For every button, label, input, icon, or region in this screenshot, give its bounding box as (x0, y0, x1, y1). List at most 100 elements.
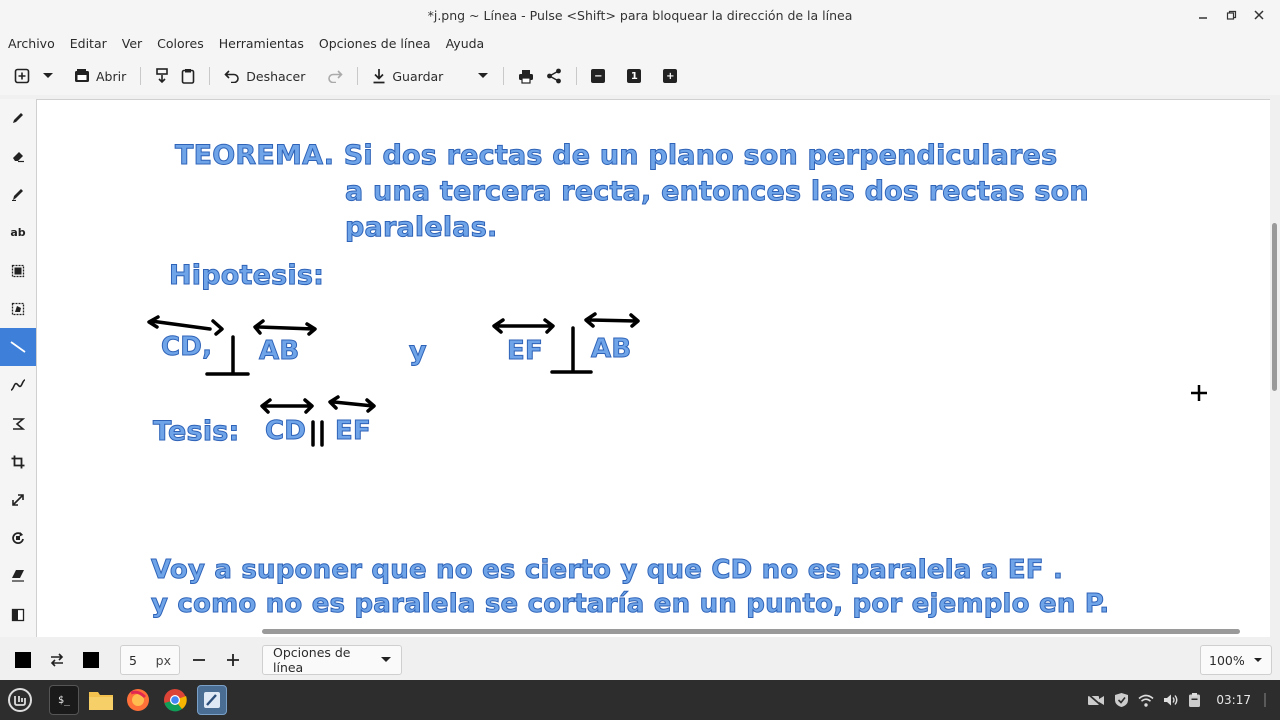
chrome-icon[interactable] (160, 685, 190, 715)
menu-archivo[interactable]: Archivo (8, 36, 55, 51)
rect-select-icon (11, 264, 25, 277)
shape-tool[interactable] (0, 405, 36, 443)
maximize-icon[interactable] (1220, 4, 1242, 26)
open-icon (75, 69, 89, 82)
chevron-down-icon (478, 73, 489, 78)
mint-menu-icon[interactable] (5, 685, 35, 715)
toolbar-separator (209, 67, 211, 85)
primary-color-swatch (15, 652, 31, 668)
ef-label-tesis: EF (335, 416, 372, 447)
curve-icon (10, 379, 26, 392)
undo-label: Deshacer (246, 68, 306, 84)
toolbar-separator (503, 67, 505, 85)
files-icon[interactable] (86, 685, 116, 715)
tools-panel: ab (0, 99, 36, 637)
horizontal-scroll-thumb[interactable] (262, 629, 1240, 634)
shield-icon[interactable] (1114, 692, 1129, 708)
ab-label-hipotesis-2: AB (590, 334, 632, 365)
skew-tool[interactable] (0, 557, 36, 595)
menu-herramientas[interactable]: Herramientas (219, 36, 304, 51)
shape-icon (13, 417, 25, 430)
close-icon[interactable] (1248, 4, 1270, 26)
line-icon (10, 341, 26, 353)
pencil-tool[interactable] (0, 99, 36, 137)
clipboard-tray-icon[interactable] (1188, 692, 1201, 708)
line-arrow-ab-2 (584, 312, 640, 328)
image-canvas[interactable]: TEOREMA. Si dos rectas de un plano son p… (36, 99, 1270, 637)
save-dropdown-button[interactable] (471, 62, 495, 90)
menu-colores[interactable]: Colores (157, 36, 204, 51)
zoom-dropdown[interactable]: 100% (1200, 645, 1272, 675)
paragraph-line-2: y como no es paralela se cortaría en un … (150, 589, 1110, 620)
wifi-icon[interactable] (1138, 694, 1154, 707)
scale-tool[interactable] (0, 481, 36, 519)
open-button[interactable]: Abrir (68, 62, 132, 90)
crosshair-cursor (1191, 385, 1207, 401)
clipboard-icon (181, 69, 195, 84)
line-arrow-ab-1 (253, 319, 317, 336)
curve-tool[interactable] (0, 366, 36, 404)
toolbar-separator (140, 67, 142, 85)
minimize-icon[interactable] (1192, 4, 1214, 26)
line-options-label: Opciones de línea (273, 645, 351, 675)
actual-size-button[interactable]: 1 (621, 62, 647, 90)
theorem-line-3: paralelas. (344, 212, 498, 244)
paste-button[interactable] (175, 62, 201, 90)
firefox-icon[interactable] (123, 685, 153, 715)
decrease-size-button[interactable] (184, 645, 214, 675)
menu-bar: Archivo Editar Ver Colores Herramientas … (0, 30, 1280, 57)
menu-opciones-de-linea[interactable]: Opciones de línea (319, 36, 431, 51)
toolbar-separator (357, 67, 359, 85)
rectangle-select-tool[interactable] (0, 252, 36, 290)
camera-off-icon[interactable] (1087, 693, 1105, 707)
zoom-one-icon: 1 (627, 69, 642, 83)
undo-icon (224, 70, 240, 83)
swap-colors-button[interactable] (42, 645, 72, 675)
tesis-label: Tesis: (153, 416, 240, 448)
line-arrow-ef-1 (492, 318, 555, 334)
brush-size-value: 5 (129, 652, 137, 668)
plus-icon: + (663, 69, 678, 83)
toolbar-separator (576, 67, 578, 85)
crop-tool[interactable] (0, 443, 36, 481)
secondary-color-button[interactable] (76, 645, 106, 675)
zoom-in-button[interactable]: + (657, 62, 683, 90)
terminal-icon[interactable]: $_ (49, 685, 79, 715)
primary-color-button[interactable] (8, 645, 38, 675)
show-desktop-icon[interactable] (1260, 691, 1268, 709)
redo-button[interactable] (321, 62, 349, 90)
menu-editar[interactable]: Editar (70, 36, 107, 51)
share-button[interactable] (540, 62, 568, 90)
chevron-down-icon (1254, 657, 1262, 662)
color-filter-tool[interactable] (0, 595, 36, 633)
chevron-down-icon (380, 657, 391, 662)
eraser-tool[interactable] (0, 137, 36, 175)
zoom-out-button[interactable]: − (585, 62, 611, 90)
menu-ver[interactable]: Ver (122, 36, 142, 51)
vertical-scrollbar[interactable] (1270, 99, 1280, 637)
pencil-icon (13, 113, 23, 124)
highlighter-tool[interactable] (0, 175, 36, 213)
save-button[interactable]: Guardar (366, 62, 449, 90)
brush-size-input[interactable]: 5 px (120, 645, 180, 675)
new-image-button[interactable] (8, 62, 36, 90)
menu-ayuda[interactable]: Ayuda (446, 36, 485, 51)
ef-label-hipotesis: EF (507, 336, 544, 367)
line-tool[interactable] (0, 328, 36, 367)
print-icon (519, 69, 534, 84)
free-select-tool[interactable] (0, 290, 36, 328)
rotate-icon (12, 532, 24, 545)
rotate-tool[interactable] (0, 519, 36, 557)
paragraph-line-1: Voy a suponer que no es cierto y que CD … (150, 555, 1064, 586)
vertical-scroll-thumb[interactable] (1272, 223, 1277, 391)
print-button[interactable] (512, 62, 540, 90)
title-bar: *j.png ~ Línea - Pulse <Shift> para bloq… (0, 0, 1280, 30)
increase-size-button[interactable] (218, 645, 248, 675)
line-options-dropdown[interactable]: Opciones de línea (262, 645, 402, 675)
new-dropdown-button[interactable] (36, 62, 60, 90)
pinta-icon[interactable] (197, 685, 227, 715)
volume-icon[interactable] (1163, 693, 1179, 707)
save-download-button[interactable] (149, 62, 175, 90)
text-tool[interactable]: ab (0, 214, 36, 252)
undo-button[interactable]: Deshacer (218, 62, 311, 90)
